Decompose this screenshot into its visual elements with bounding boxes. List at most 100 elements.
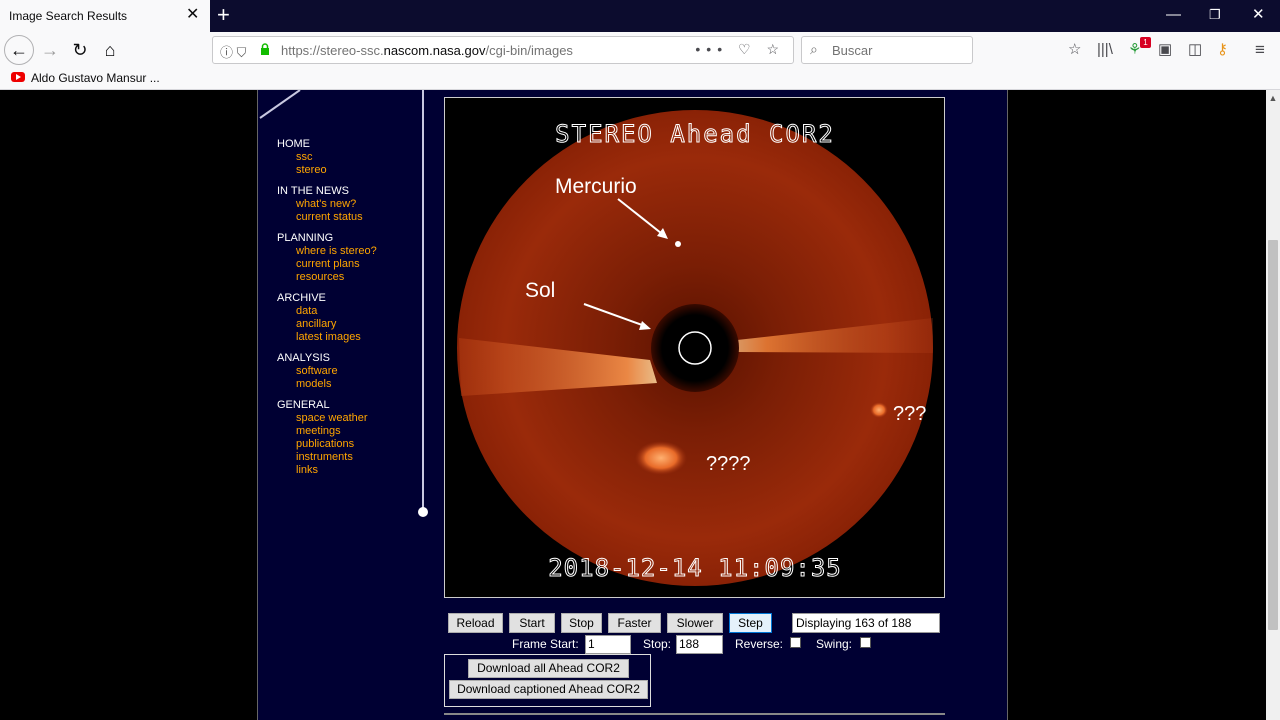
- timeline-dot: [418, 507, 428, 517]
- restore-icon[interactable]: ❐: [1209, 6, 1221, 24]
- nav-link[interactable]: instruments: [277, 451, 377, 464]
- nav-link[interactable]: ssc: [277, 151, 377, 164]
- search-placeholder: Buscar: [832, 43, 873, 58]
- mercury-label: Mercurio: [555, 175, 637, 198]
- lock-icon: [261, 43, 269, 55]
- nav-section: ARCHIVE data ancillary latest images: [277, 292, 377, 344]
- sidebar-icon[interactable]: ◫: [1188, 41, 1202, 59]
- sun-label: Sol: [525, 279, 555, 302]
- content-panel: HOME ssc stereo IN THE NEWS what's new? curre…: [257, 90, 1008, 720]
- occulter-disk: [651, 304, 739, 392]
- nav-section-title: ANALYSIS: [277, 352, 330, 364]
- unknown-right-label: ???: [893, 403, 926, 425]
- unknown-bottom-label: ????: [706, 453, 751, 475]
- nav-link[interactable]: resources: [277, 271, 377, 284]
- nav-link[interactable]: what's new?: [277, 198, 377, 211]
- nav-link[interactable]: space weather: [277, 412, 377, 425]
- back-arrow-icon[interactable]: ←: [4, 35, 34, 65]
- tab-bar: Image Search Results ✕ + — ❐ ✕: [0, 0, 1280, 32]
- timeline-line: [422, 90, 424, 510]
- nav-section-title: HOME: [277, 138, 310, 150]
- coronagraph-image: STEREO Ahead COR2 Mercurio Sol ??? ???? …: [444, 97, 945, 598]
- nav-link[interactable]: software: [277, 365, 377, 378]
- nav-link[interactable]: stereo: [277, 164, 377, 177]
- corner-decoration: [259, 90, 301, 119]
- url-bar[interactable]: ⓘ ⛉ https://stereo-ssc.nascom.nasa.gov/c…: [212, 36, 794, 64]
- url-text[interactable]: https://stereo-ssc.nascom.nasa.gov/cgi-b…: [281, 43, 573, 58]
- page-viewport: HOME ssc stereo IN THE NEWS what's new? curre…: [0, 90, 1266, 720]
- reload-icon[interactable]: ↻: [66, 37, 94, 63]
- coronagraph-svg: STEREO Ahead COR2 Mercurio Sol ??? ???? …: [457, 110, 933, 586]
- nav-section: IN THE NEWS what's new? current status: [277, 185, 377, 224]
- navigation-bar: ← → ↻ ⌂ ⓘ ⛉ https://stereo-ssc.nascom.na…: [0, 32, 1280, 68]
- start-button[interactable]: Start: [509, 613, 555, 633]
- download-all-button[interactable]: Download all Ahead COR2: [468, 659, 629, 678]
- close-tab-icon[interactable]: ✕: [186, 7, 199, 23]
- stop-label: Stop:: [643, 637, 672, 651]
- nav-link[interactable]: publications: [277, 438, 377, 451]
- frame-settings: Frame Start: 1 Stop: 188 Reverse: Swing:: [448, 635, 948, 655]
- image-title: STEREO Ahead COR2: [555, 120, 835, 148]
- search-bar[interactable]: ⌕ Buscar: [801, 36, 973, 64]
- frame-start-label: Frame Start:: [512, 637, 579, 651]
- nav-link[interactable]: models: [277, 378, 377, 391]
- browser-tab[interactable]: Image Search Results ✕: [0, 0, 210, 32]
- youtube-icon: [11, 72, 25, 82]
- star-list-icon[interactable]: ☆: [1068, 41, 1081, 59]
- scrollbar-thumb[interactable]: [1268, 240, 1278, 630]
- menu-icon[interactable]: ≡: [1255, 41, 1265, 59]
- scroll-up-icon[interactable]: ▲: [1266, 93, 1280, 105]
- frame-display: Displaying 163 of 188: [792, 613, 940, 633]
- sidebar-nav: HOME ssc stereo IN THE NEWS what's new? curre…: [277, 138, 377, 485]
- bookmarks-bar: Aldo Gustavo Mansur ...: [0, 68, 1280, 90]
- minimize-icon[interactable]: —: [1166, 6, 1181, 24]
- nav-section: HOME ssc stereo: [277, 138, 377, 177]
- nav-section: GENERAL space weather meetings publications…: [277, 399, 377, 477]
- nav-section: PLANNING where is stereo? current plans res…: [277, 232, 377, 284]
- bookmark-item[interactable]: Aldo Gustavo Mansur ...: [31, 71, 160, 85]
- divider: [444, 713, 945, 715]
- nav-link[interactable]: links: [277, 464, 377, 477]
- nav-link[interactable]: meetings: [277, 425, 377, 438]
- slower-button[interactable]: Slower: [667, 613, 723, 633]
- addon-icon[interactable]: ▣: [1158, 41, 1172, 59]
- new-tab-icon[interactable]: +: [217, 4, 230, 26]
- reverse-label: Reverse:: [735, 637, 784, 651]
- nav-link[interactable]: current status: [277, 211, 377, 224]
- nav-link[interactable]: current plans: [277, 258, 377, 271]
- page-actions-icon[interactable]: ••• ♡ ☆: [695, 41, 785, 58]
- swing-checkbox[interactable]: [860, 637, 871, 648]
- reload-button[interactable]: Reload: [448, 613, 503, 633]
- unknown-blob-bottom: [635, 441, 687, 475]
- window-close-icon[interactable]: ✕: [1252, 6, 1265, 24]
- nav-link[interactable]: ancillary: [277, 318, 377, 331]
- info-shield-icon[interactable]: ⓘ ⛉: [220, 42, 246, 61]
- search-icon: ⌕: [810, 41, 818, 57]
- key-icon[interactable]: ⚷: [1217, 41, 1228, 59]
- forward-arrow-icon[interactable]: →: [36, 37, 64, 63]
- stop-input[interactable]: 188: [676, 635, 723, 654]
- nav-section-title: ARCHIVE: [277, 292, 326, 304]
- nav-link[interactable]: data: [277, 305, 377, 318]
- notification-badge: 1: [1140, 37, 1151, 48]
- nav-link[interactable]: latest images: [277, 331, 377, 344]
- step-button[interactable]: Step: [729, 613, 772, 633]
- frame-start-input[interactable]: 1: [585, 635, 631, 654]
- tab-title: Image Search Results: [9, 9, 128, 23]
- reverse-checkbox[interactable]: [790, 637, 801, 648]
- swing-label: Swing:: [816, 637, 853, 651]
- image-timestamp: 2018-12-14 11:09:35: [548, 554, 842, 582]
- stop-button[interactable]: Stop: [561, 613, 602, 633]
- nav-section-title: IN THE NEWS: [277, 185, 349, 197]
- faster-button[interactable]: Faster: [608, 613, 661, 633]
- unknown-blob-right: [870, 402, 888, 418]
- nav-section: ANALYSIS software models: [277, 352, 377, 391]
- mercury-dot: [675, 241, 681, 247]
- nav-section-title: PLANNING: [277, 232, 334, 244]
- library-icon[interactable]: |||\: [1097, 41, 1113, 59]
- home-icon[interactable]: ⌂: [96, 37, 124, 63]
- nav-link[interactable]: where is stereo?: [277, 245, 377, 258]
- download-panel: Download all Ahead COR2 Download caption…: [444, 654, 651, 707]
- nav-section-title: GENERAL: [277, 399, 330, 411]
- download-captioned-button[interactable]: Download captioned Ahead COR2: [449, 680, 648, 699]
